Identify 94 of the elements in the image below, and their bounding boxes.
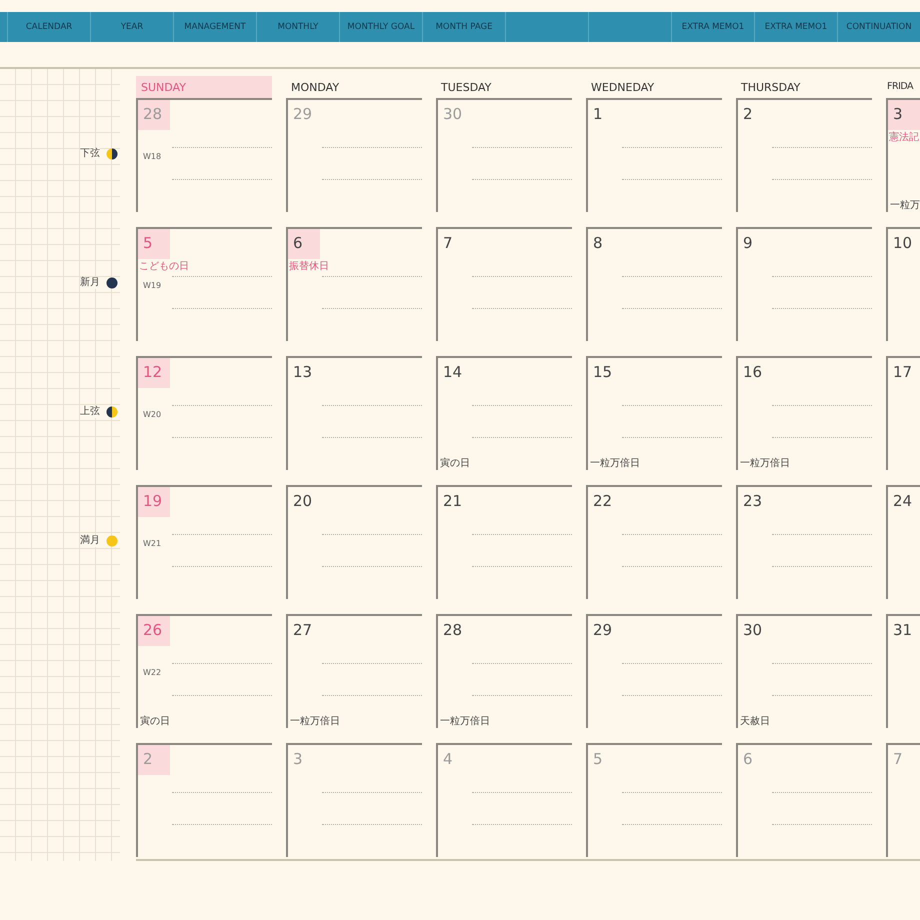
date-number: 13: [292, 362, 314, 383]
date-number: 28: [442, 620, 464, 641]
day-cell[interactable]: 24: [886, 485, 920, 599]
date-number: 30: [442, 104, 464, 125]
day-cell[interactable]: 6 振替休日: [286, 227, 422, 341]
week-number: W21: [143, 539, 162, 548]
date-number: 22: [592, 491, 614, 512]
day-cell[interactable]: 30 天赦日: [736, 614, 872, 728]
day-cell[interactable]: 16 一粒万倍日: [736, 356, 872, 470]
date-number: 3: [292, 749, 304, 770]
half-moon-icon: [106, 148, 118, 160]
day-cell[interactable]: 2: [736, 98, 872, 212]
weekday-header: MONDAY: [290, 80, 340, 96]
week-number: W18: [143, 152, 162, 161]
day-cell[interactable]: 1: [586, 98, 722, 212]
date-number: 28: [138, 100, 170, 130]
full-moon-icon: [106, 535, 118, 547]
moon-phase-label: 満月: [80, 535, 100, 547]
moon-phase-label: 上弦: [80, 406, 100, 418]
moon-phase-label: 新月: [80, 277, 100, 289]
day-cell[interactable]: 10: [886, 227, 920, 341]
date-number: 5: [592, 749, 604, 770]
date-number: 21: [442, 491, 464, 512]
day-cell[interactable]: 8: [586, 227, 722, 341]
date-number: 7: [442, 233, 454, 254]
half-moon-icon: [106, 406, 118, 418]
date-number: 12: [138, 358, 170, 388]
day-cell[interactable]: 5 こどもの日 W19: [136, 227, 272, 341]
day-note: 一粒万: [890, 200, 920, 212]
date-number: 1: [592, 104, 604, 125]
date-number: 23: [742, 491, 764, 512]
day-cell[interactable]: 21: [436, 485, 572, 599]
date-number: 7: [892, 749, 904, 770]
holiday-label: 振替休日: [288, 260, 329, 273]
day-note: 一粒万倍日: [740, 458, 790, 470]
day-cell[interactable]: 28 W18: [136, 98, 272, 212]
day-note: 天赦日: [740, 716, 770, 728]
day-note: 寅の日: [440, 458, 470, 470]
date-number: 30: [742, 620, 764, 641]
weekday-header: TUESDAY: [440, 80, 492, 96]
date-number: 16: [742, 362, 764, 383]
date-number: 20: [292, 491, 314, 512]
day-cell[interactable]: 3 憲法記 一粒万: [886, 98, 920, 212]
week-number: W22: [143, 668, 162, 677]
weekday-header: SUNDAY: [136, 76, 272, 98]
date-number: 24: [892, 491, 914, 512]
date-number: 29: [592, 620, 614, 641]
day-cell[interactable]: 20: [286, 485, 422, 599]
date-number: 31: [892, 620, 914, 641]
date-number: 2: [138, 745, 170, 775]
day-cell[interactable]: 9: [736, 227, 872, 341]
date-number: 6: [288, 229, 320, 259]
day-cell[interactable]: 12 W20: [136, 356, 272, 470]
weekday-header: WEDNEDAY: [590, 80, 656, 96]
day-cell[interactable]: 31: [886, 614, 920, 728]
day-cell[interactable]: 26 W22 寅の日: [136, 614, 272, 728]
date-number: 15: [592, 362, 614, 383]
day-cell[interactable]: 15 一粒万倍日: [586, 356, 722, 470]
day-note: 一粒万倍日: [590, 458, 640, 470]
date-number: 2: [742, 104, 754, 125]
date-number: 27: [292, 620, 314, 641]
day-cell[interactable]: 7: [436, 227, 572, 341]
date-number: 26: [138, 616, 170, 646]
holiday-label: こどもの日: [138, 260, 189, 273]
date-number: 6: [742, 749, 754, 770]
date-number: 4: [442, 749, 454, 770]
weekday-header: THURSDAY: [740, 80, 802, 96]
weekday-header: FRIDA: [886, 80, 914, 94]
day-note: 寅の日: [140, 716, 170, 728]
day-cell[interactable]: 23: [736, 485, 872, 599]
day-cell[interactable]: 22: [586, 485, 722, 599]
date-number: 14: [442, 362, 464, 383]
day-cell[interactable]: 17: [886, 356, 920, 470]
date-number: 5: [138, 229, 170, 259]
date-number: 8: [592, 233, 604, 254]
day-cell[interactable]: 29: [586, 614, 722, 728]
moon-phase-label: 下弦: [80, 148, 100, 160]
date-number: 29: [292, 104, 314, 125]
day-cell[interactable]: 14 寅の日: [436, 356, 572, 470]
day-cell[interactable]: 19 W21: [136, 485, 272, 599]
holiday-label: 憲法記: [888, 130, 919, 144]
day-cell[interactable]: 27 一粒万倍日: [286, 614, 422, 728]
week-number: W19: [143, 281, 162, 290]
date-number: 3: [888, 100, 920, 130]
date-number: 9: [742, 233, 754, 254]
day-note: 一粒万倍日: [440, 716, 490, 728]
new-moon-icon: [106, 277, 118, 289]
week-number: W20: [143, 410, 162, 419]
date-number: 10: [892, 233, 914, 254]
day-cell[interactable]: 13: [286, 356, 422, 470]
day-note: 一粒万倍日: [290, 716, 340, 728]
day-cell[interactable]: 28 一粒万倍日: [436, 614, 572, 728]
date-number: 17: [892, 362, 914, 383]
date-number: 19: [138, 487, 170, 517]
